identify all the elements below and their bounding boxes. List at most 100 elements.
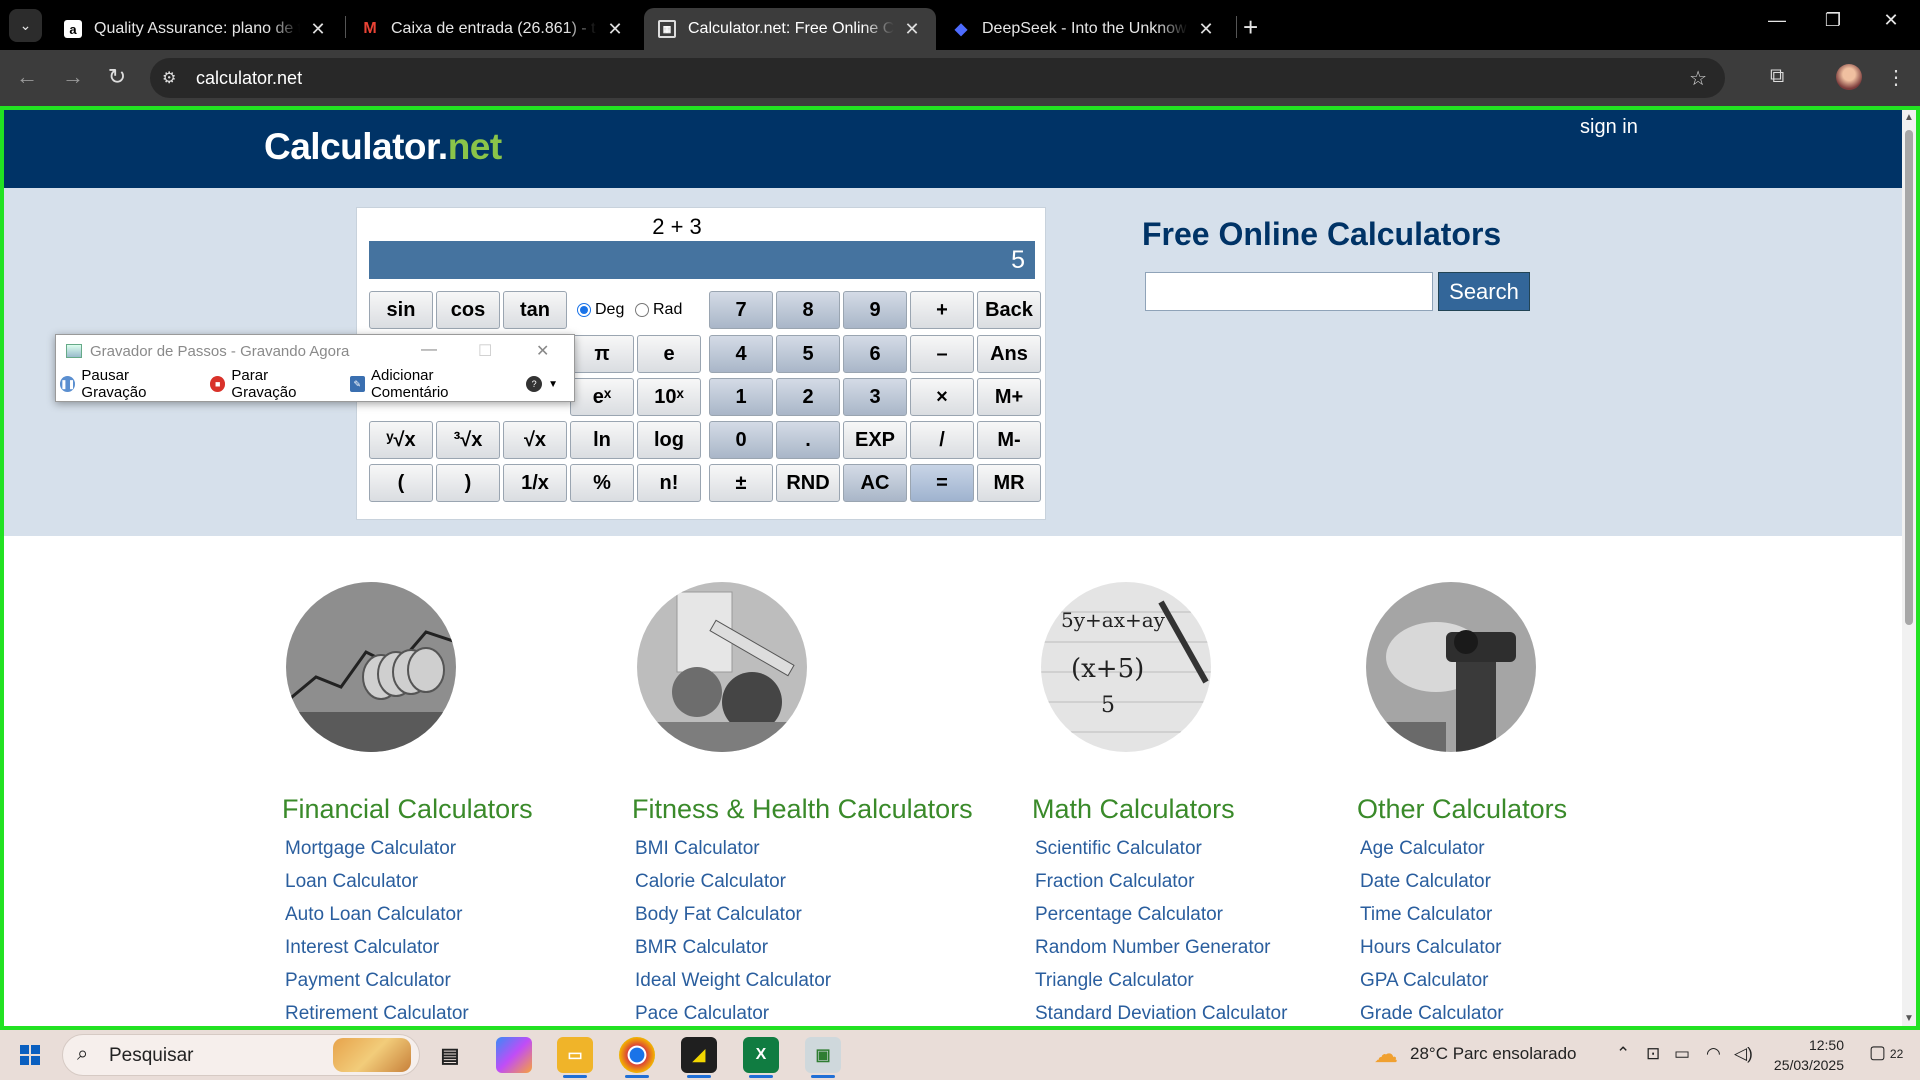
calc-key-3[interactable]: 3 <box>843 378 907 416</box>
fitness-calculators-heading[interactable]: Fitness & Health Calculators <box>632 794 973 825</box>
list-item[interactable]: Standard Deviation Calculator <box>1035 1003 1287 1026</box>
calc-key-yroot[interactable]: ʸ√x <box>369 421 433 459</box>
list-item[interactable]: Body Fat Calculator <box>635 904 831 937</box>
calc-key-9[interactable]: 9 <box>843 291 907 329</box>
reload-icon[interactable]: ↻ <box>102 64 132 90</box>
minimize-icon[interactable]: — <box>421 341 437 359</box>
calc-key-open-paren[interactable]: ( <box>369 464 433 502</box>
calc-key-7[interactable]: 7 <box>709 291 773 329</box>
restore-icon[interactable]: ❐ <box>1810 10 1856 31</box>
calc-key-plus[interactable]: + <box>910 291 974 329</box>
list-item[interactable]: Age Calculator <box>1360 838 1504 871</box>
other-calculators-heading[interactable]: Other Calculators <box>1357 794 1567 825</box>
calc-key-dot[interactable]: . <box>776 421 840 459</box>
stop-recording-button[interactable]: ■ Parar Gravação <box>210 367 334 401</box>
scrollbar-thumb[interactable] <box>1905 130 1913 625</box>
financial-calculators-heading[interactable]: Financial Calculators <box>282 794 533 825</box>
calc-key-equals[interactable]: = <box>910 464 974 502</box>
calc-key-e[interactable]: e <box>637 335 701 373</box>
pause-recording-button[interactable]: ❚❚ Pausar Gravação <box>60 367 194 401</box>
list-item[interactable]: Mortgage Calculator <box>285 838 469 871</box>
bookmark-star-icon[interactable]: ☆ <box>1689 66 1707 91</box>
calc-key-exp-e[interactable]: eˣ <box>570 378 634 416</box>
calc-key-6[interactable]: 6 <box>843 335 907 373</box>
forward-arrow-icon[interactable]: → <box>58 64 88 90</box>
site-info-icon[interactable]: ⚙ <box>162 68 176 88</box>
calc-key-plusminus[interactable]: ± <box>709 464 773 502</box>
list-item[interactable]: BMI Calculator <box>635 838 831 871</box>
list-item[interactable]: Ideal Weight Calculator <box>635 970 831 1003</box>
radio-rad[interactable]: Rad <box>635 301 682 319</box>
calc-key-log[interactable]: log <box>637 421 701 459</box>
calc-key-multiply[interactable]: × <box>910 378 974 416</box>
calc-key-sqrt[interactable]: √x <box>503 421 567 459</box>
calc-key-1[interactable]: 1 <box>709 378 773 416</box>
meet-now-icon[interactable]: ⊡ <box>1646 1044 1660 1064</box>
list-item[interactable]: Grade Calculator <box>1360 1003 1504 1026</box>
sticky-notes-icon[interactable]: ◢ <box>681 1037 717 1078</box>
calc-key-4[interactable]: 4 <box>709 335 773 373</box>
sign-in-link[interactable]: sign in <box>1580 116 1638 139</box>
chevron-up-icon[interactable]: ⌃ <box>1616 1044 1630 1064</box>
kebab-menu-icon[interactable]: ⋮ <box>1886 65 1906 90</box>
help-dropdown[interactable]: ? ▼ <box>526 376 558 392</box>
scroll-down-icon[interactable]: ▼ <box>1904 1013 1914 1024</box>
calc-key-5[interactable]: 5 <box>776 335 840 373</box>
minimize-icon[interactable]: — <box>1754 10 1800 31</box>
list-item[interactable]: Retirement Calculator <box>285 1003 469 1026</box>
calc-key-minus[interactable]: – <box>910 335 974 373</box>
close-icon[interactable]: ✕ <box>308 19 328 40</box>
calc-key-cuberoot[interactable]: ³√x <box>436 421 500 459</box>
list-item[interactable]: Date Calculator <box>1360 871 1504 904</box>
calc-key-ac[interactable]: AC <box>843 464 907 502</box>
calc-key-ten-power[interactable]: 10ˣ <box>637 378 701 416</box>
tab-search-button[interactable]: ⌄ <box>9 9 42 42</box>
list-item[interactable]: Loan Calculator <box>285 871 469 904</box>
url-text[interactable]: calculator.net <box>196 68 302 89</box>
radio-deg[interactable]: Deg <box>577 301 624 319</box>
tab-quality-assurance[interactable]: a Quality Assurance: plano de tes ✕ <box>50 8 342 50</box>
extensions-puzzle-icon[interactable]: ⧉ <box>1770 65 1784 88</box>
steps-recorder-taskbar-icon[interactable]: ▣ <box>805 1037 841 1078</box>
file-explorer-icon[interactable]: ▭ <box>557 1037 593 1078</box>
list-item[interactable]: Fraction Calculator <box>1035 871 1287 904</box>
calc-key-exp[interactable]: EXP <box>843 421 907 459</box>
battery-icon[interactable]: ▭ <box>1674 1044 1690 1064</box>
back-arrow-icon[interactable]: ← <box>12 64 42 90</box>
list-item[interactable]: Hours Calculator <box>1360 937 1504 970</box>
calc-key-ans[interactable]: Ans <box>977 335 1041 373</box>
page-scrollbar[interactable]: ▲ ▼ <box>1902 110 1916 1026</box>
close-icon[interactable]: ✕ <box>1196 19 1216 40</box>
list-item[interactable]: Percentage Calculator <box>1035 904 1287 937</box>
copilot-icon[interactable] <box>496 1037 532 1073</box>
list-item[interactable]: Payment Calculator <box>285 970 469 1003</box>
financial-image[interactable] <box>286 582 456 752</box>
wifi-icon[interactable]: ◠ <box>1706 1044 1721 1064</box>
calc-key-pi[interactable]: π <box>570 335 634 373</box>
math-calculators-heading[interactable]: Math Calculators <box>1032 794 1235 825</box>
calc-key-ln[interactable]: ln <box>570 421 634 459</box>
list-item[interactable]: Random Number Generator <box>1035 937 1287 970</box>
tab-gmail[interactable]: M Caixa de entrada (26.861) - thar ✕ <box>347 8 639 50</box>
tab-deepseek[interactable]: ◆ DeepSeek - Into the Unknown ✕ <box>938 8 1230 50</box>
calc-key-mplus[interactable]: M+ <box>977 378 1041 416</box>
add-comment-button[interactable]: ✎ Adicionar Comentário <box>349 367 511 401</box>
list-item[interactable]: Interest Calculator <box>285 937 469 970</box>
system-clock[interactable]: 12:50 25/03/2025 <box>1750 1035 1844 1075</box>
other-image[interactable] <box>1366 582 1536 752</box>
calc-key-close-paren[interactable]: ) <box>436 464 500 502</box>
calc-key-sin[interactable]: sin <box>369 291 433 329</box>
calc-key-tan[interactable]: tan <box>503 291 567 329</box>
calc-key-divide[interactable]: / <box>910 421 974 459</box>
site-logo[interactable]: Calculator.net <box>264 126 502 168</box>
calc-key-cos[interactable]: cos <box>436 291 500 329</box>
task-view-icon[interactable]: ▤ <box>432 1037 468 1073</box>
calc-key-factorial[interactable]: n! <box>637 464 701 502</box>
list-item[interactable]: GPA Calculator <box>1360 970 1504 1003</box>
list-item[interactable]: Triangle Calculator <box>1035 970 1287 1003</box>
list-item[interactable]: Time Calculator <box>1360 904 1504 937</box>
calc-key-reciprocal[interactable]: 1/x <box>503 464 567 502</box>
steps-recorder-titlebar[interactable]: Gravador de Passos - Gravando Agora <box>56 335 574 367</box>
chrome-icon[interactable] <box>619 1037 655 1078</box>
close-icon[interactable]: ✕ <box>605 19 625 40</box>
